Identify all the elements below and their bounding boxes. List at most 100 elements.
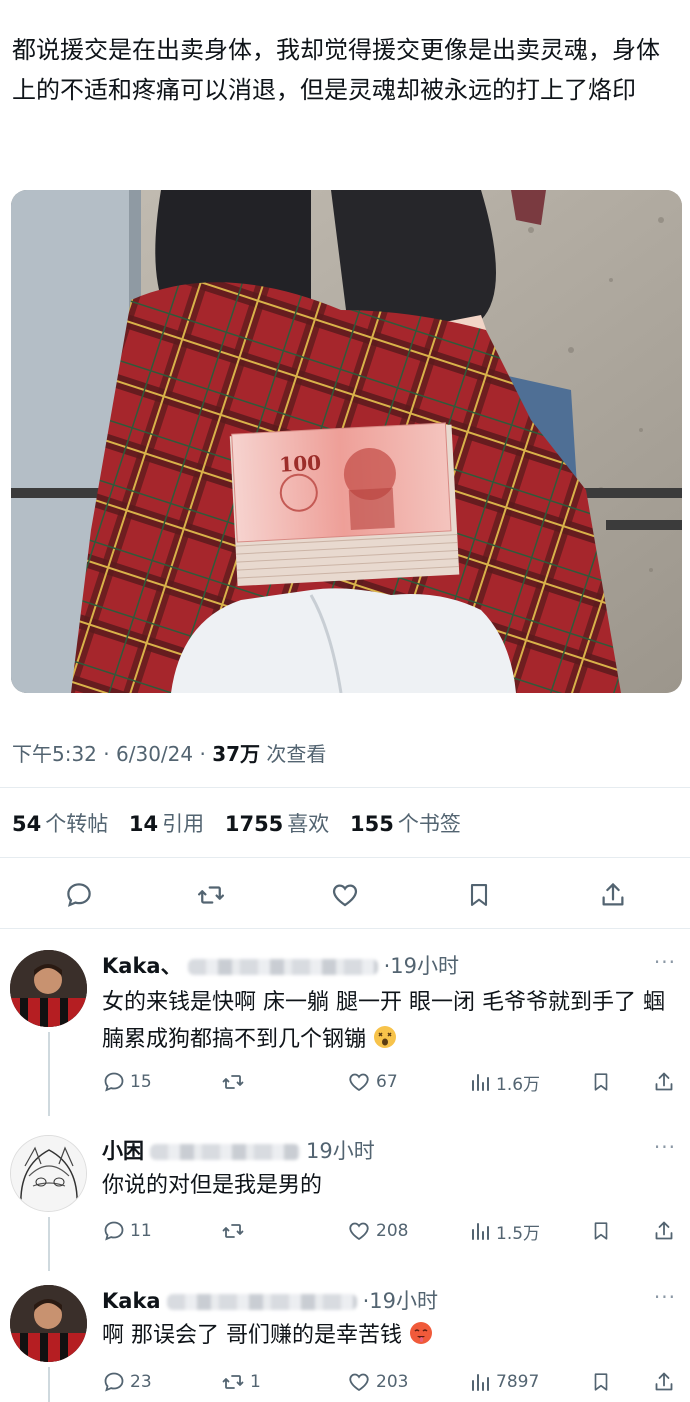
bookmark-button[interactable] <box>590 1216 612 1246</box>
like-icon <box>349 1373 369 1392</box>
bookmark-icon <box>594 1373 608 1391</box>
views-count: 37万 <box>212 742 261 766</box>
retweet-icon <box>222 1375 244 1389</box>
divider <box>0 787 690 788</box>
post-text: 都说援交是在出卖身体，我却觉得援交更像是出卖灵魂，身体上的不适和疼痛可以消退，但… <box>12 36 660 104</box>
bookmark-icon <box>594 1073 608 1091</box>
retweet-button[interactable] <box>220 1216 250 1246</box>
bookmark-button[interactable] <box>590 1367 612 1397</box>
reply-header: 小困 19小时 <box>102 1135 375 1165</box>
hot-face-emoji <box>410 1322 432 1344</box>
reply-time[interactable]: ·19小时 <box>363 1289 438 1313</box>
like-count: 208 <box>376 1221 409 1241</box>
reply-text: 啊 那误会了 哥们赚的是幸苦钱 <box>102 1317 677 1354</box>
divider <box>0 857 690 858</box>
bookmark-button[interactable] <box>590 1067 612 1097</box>
reply-button[interactable]: 23 <box>102 1367 152 1397</box>
views-button[interactable]: 7897 <box>468 1367 539 1397</box>
post-image[interactable]: 100 <box>11 190 682 693</box>
avatar[interactable] <box>10 1135 87 1212</box>
reply-button[interactable]: 11 <box>102 1216 152 1246</box>
share-icon <box>655 1221 673 1240</box>
like-button[interactable]: 208 <box>346 1216 408 1246</box>
share-button[interactable] <box>652 1367 676 1397</box>
more-options-icon[interactable]: ··· <box>654 1135 676 1159</box>
share-button[interactable] <box>652 1067 676 1097</box>
views-icon <box>472 1223 489 1240</box>
thread-line <box>48 1032 50 1116</box>
share-button[interactable] <box>652 1216 676 1246</box>
reply-count: 11 <box>130 1221 152 1241</box>
share-button[interactable] <box>596 878 630 912</box>
avatar[interactable] <box>10 950 87 1027</box>
retweet-icon <box>222 1075 244 1089</box>
quotes-stat[interactable]: 14 引用 <box>129 812 204 836</box>
views-count: 1.6万 <box>496 1074 541 1095</box>
avatar-image <box>11 1136 86 1211</box>
retweets-stat[interactable]: 54 个转帖 <box>12 812 108 836</box>
more-options-icon[interactable]: ··· <box>654 1285 676 1309</box>
reply-icon <box>104 1372 124 1392</box>
avatar[interactable] <box>10 1285 87 1362</box>
share-icon <box>655 1072 673 1091</box>
reply-item[interactable]: 小困 19小时 ··· 你说的对但是我是男的 11 208 1.5万 <box>0 1125 690 1271</box>
views-count: 1.5万 <box>496 1223 541 1244</box>
reply-actions: 11 208 1.5万 <box>102 1216 682 1246</box>
divider <box>0 928 690 929</box>
reply-button[interactable] <box>62 878 96 912</box>
reply-author-name[interactable]: Kaka、 <box>102 954 182 978</box>
reply-count: 23 <box>130 1372 152 1392</box>
share-icon <box>655 1372 673 1391</box>
like-button[interactable]: 67 <box>346 1067 398 1097</box>
reply-icon <box>67 883 91 907</box>
reply-author-name[interactable]: Kaka <box>102 1289 161 1313</box>
thread-line <box>48 1367 50 1402</box>
like-button[interactable]: 203 <box>346 1367 408 1397</box>
banknote-value: 100 <box>279 451 322 477</box>
views-button[interactable]: 1.6万 <box>468 1067 540 1097</box>
reply-icon <box>104 1221 124 1241</box>
retweet-button[interactable] <box>220 1067 250 1097</box>
post-time: 下午5:32 <box>12 742 97 766</box>
retweet-icon <box>198 886 224 904</box>
like-count: 67 <box>376 1072 398 1092</box>
reply-time[interactable]: 19小时 <box>306 1139 375 1163</box>
views-button[interactable]: 1.5万 <box>468 1216 540 1246</box>
bookmark-icon <box>470 884 488 906</box>
share-icon <box>602 883 624 906</box>
views-label: 次查看 <box>266 742 327 766</box>
reply-item[interactable]: Kaka ·19小时 ··· 啊 那误会了 哥们赚的是幸苦钱 23 1 203 7… <box>0 1275 690 1402</box>
blurred-handle <box>166 1294 357 1310</box>
blurred-handle <box>187 959 378 975</box>
like-icon <box>332 884 358 907</box>
dizzy-face-emoji <box>374 1026 397 1048</box>
more-options-icon[interactable]: ··· <box>654 950 676 974</box>
post-date: 6/30/24 <box>116 742 194 766</box>
post-action-bar <box>0 872 690 916</box>
reply-actions: 15 67 1.6万 <box>102 1067 682 1097</box>
retweet-count: 1 <box>250 1372 261 1392</box>
like-icon <box>349 1222 369 1241</box>
bookmark-icon <box>594 1222 608 1240</box>
post-meta: 下午5:32 · 6/30/24 · 37万 次查看 <box>12 742 327 766</box>
reply-text: 你说的对但是我是男的 <box>102 1173 323 1198</box>
reply-author-name[interactable]: 小困 <box>102 1139 144 1163</box>
reply-header: Kaka ·19小时 <box>102 1285 438 1315</box>
like-icon <box>349 1073 369 1092</box>
views-count: 7897 <box>496 1372 540 1392</box>
reply-time[interactable]: ·19小时 <box>384 954 459 978</box>
retweet-button[interactable] <box>194 878 228 912</box>
retweet-button[interactable]: 1 <box>220 1367 261 1397</box>
post-photo-illustration: 100 <box>11 190 682 693</box>
thread-line <box>48 1217 50 1271</box>
views-icon <box>472 1074 489 1091</box>
likes-stat[interactable]: 1755 喜欢 <box>225 812 329 836</box>
views-icon <box>472 1374 489 1391</box>
like-button[interactable] <box>328 878 362 912</box>
reply-count: 15 <box>130 1072 152 1092</box>
bookmarks-stat[interactable]: 155 个书签 <box>350 812 461 836</box>
reply-actions: 23 1 203 7897 <box>102 1367 682 1397</box>
reply-item[interactable]: Kaka、 ·19小时 ··· 女的来钱是快啊 床一躺 腿一开 眼一闭 毛爷爷就到… <box>0 940 690 1116</box>
bookmark-button[interactable] <box>462 878 496 912</box>
reply-button[interactable]: 15 <box>102 1067 152 1097</box>
